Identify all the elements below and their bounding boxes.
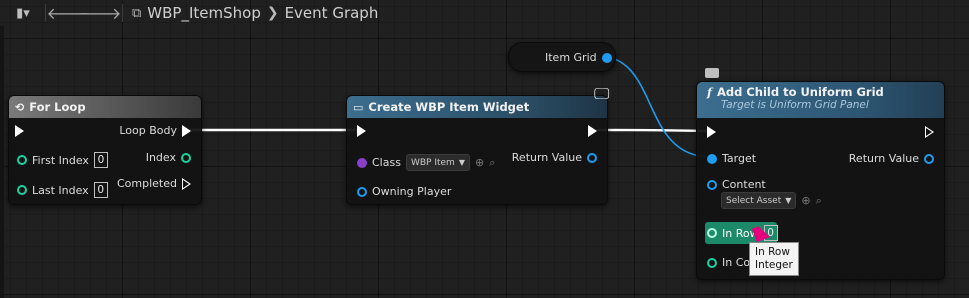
pin-tooltip: In Row Integer: [749, 242, 799, 276]
exec-input-pin[interactable]: [15, 125, 24, 137]
for-loop-node[interactable]: ⟲ For Loop Loop Body First Index 0 Index…: [8, 95, 202, 205]
return-value-row: Return Value: [849, 152, 934, 165]
toolbar-divider: [122, 4, 123, 22]
return-value-pin[interactable]: [924, 153, 934, 164]
chevron-right-icon: ❯: [266, 5, 279, 21]
exec-input-row: [15, 125, 24, 137]
node-subtitle: Target is Uniform Grid Panel: [721, 99, 869, 111]
back-button[interactable]: 🡐: [47, 2, 90, 24]
last-index-input[interactable]: 0: [93, 182, 108, 198]
last-index-row: Last Index 0: [17, 182, 108, 198]
macro-icon: ⟲: [15, 100, 25, 114]
loop-body-row: Loop Body: [119, 124, 191, 137]
return-value-pin[interactable]: [587, 152, 597, 163]
class-dropdown[interactable]: WBP Item ▼: [405, 154, 470, 171]
forward-button[interactable]: 🡒: [79, 2, 122, 24]
pin-label: Content: [722, 178, 766, 191]
chevron-down-icon: ▼: [785, 196, 792, 205]
pin-label: Return Value: [848, 152, 919, 165]
class-row: Class WBP Item ▼ ⊕ ⌕: [357, 154, 495, 171]
item-grid-pin[interactable]: [601, 52, 612, 63]
function-icon: f: [707, 85, 712, 99]
in-column-row: In Co: [707, 256, 750, 269]
pin-label: Completed: [117, 177, 177, 190]
bookmark-button[interactable]: ▮▾: [10, 2, 36, 24]
content-row: Content: [707, 178, 766, 191]
exec-input-pin[interactable]: [707, 126, 716, 138]
pin-label: Last Index: [32, 183, 89, 197]
exec-output-pin[interactable]: [588, 125, 597, 137]
content-value: Select Asset: [726, 195, 782, 206]
node-title: Add Child to Uniform Grid: [716, 85, 884, 99]
content-picker-row: Select Asset ▼ ⊕ ⌕: [721, 192, 822, 209]
pin-label: Target: [722, 152, 757, 165]
pin-label: Return Value: [511, 151, 582, 164]
breadcrumb-asset[interactable]: WBP_ItemShop: [147, 4, 261, 22]
content-pin[interactable]: [707, 179, 717, 190]
item-grid-variable-node[interactable]: Item Grid: [508, 42, 616, 72]
exec-output-pin[interactable]: [925, 126, 934, 138]
use-selected-icon[interactable]: ⊕: [801, 194, 810, 207]
last-index-pin[interactable]: [17, 185, 27, 195]
pin-label: In Co: [722, 256, 751, 269]
exec-output-row: [925, 126, 934, 138]
graph-icon: ⧉: [132, 5, 142, 21]
bookmark-icon: ▮▾: [16, 5, 30, 21]
item-grid-output-row: Item Grid: [545, 51, 612, 64]
exec-input-pin[interactable]: [357, 125, 366, 137]
panel-edge: [0, 26, 4, 298]
monitor-icon: 🖵: [594, 84, 610, 103]
add-child-header[interactable]: f Add Child to Uniform Grid Target is Un…: [697, 82, 944, 118]
class-pin[interactable]: [357, 157, 367, 168]
first-index-row: First Index 0: [17, 152, 108, 168]
in-row-pin[interactable]: [707, 228, 717, 238]
owning-player-row: Owning Player: [357, 185, 451, 198]
browse-icon[interactable]: ⌕: [816, 194, 822, 208]
pin-label: First Index: [32, 153, 89, 167]
tooltip-type: Integer: [755, 259, 793, 271]
pin-label: Owning Player: [372, 185, 452, 198]
completed-row: Completed: [117, 177, 191, 190]
tooltip-title: In Row: [755, 246, 790, 258]
pin-label: Loop Body: [119, 124, 177, 137]
node-title: For Loop: [29, 100, 86, 114]
comment-icon[interactable]: [705, 68, 719, 78]
graph-toolbar: ▮▾ 🡐 🡒 ⧉ WBP_ItemShop ❯ Event Graph: [0, 0, 969, 26]
pin-label: Class: [372, 156, 401, 169]
add-child-node[interactable]: f Add Child to Uniform Grid Target is Un…: [696, 81, 945, 280]
exec-output-row: [588, 125, 597, 137]
use-selected-icon[interactable]: ⊕: [475, 156, 484, 169]
index-row: Index: [146, 151, 191, 164]
create-widget-node[interactable]: ▭ Create WBP Item Widget Class WBP Item …: [346, 95, 608, 205]
pin-label: Index: [145, 151, 176, 164]
first-index-input[interactable]: 0: [93, 152, 108, 168]
target-row: Target: [707, 152, 756, 165]
in-column-pin[interactable]: [707, 257, 717, 268]
widget-icon: ▭: [353, 100, 364, 114]
breadcrumb-graph[interactable]: Event Graph: [285, 4, 379, 22]
content-asset-dropdown[interactable]: Select Asset ▼: [721, 192, 797, 209]
exec-input-row: [707, 126, 716, 138]
breadcrumb: ⧉ WBP_ItemShop ❯ Event Graph: [132, 4, 378, 22]
class-value: WBP Item: [410, 157, 455, 168]
owning-player-pin[interactable]: [357, 186, 367, 197]
loop-body-pin[interactable]: [182, 124, 191, 137]
node-title: Create WBP Item Widget: [368, 100, 530, 114]
return-value-row: Return Value: [512, 151, 597, 164]
chevron-down-icon: ▼: [458, 158, 465, 167]
forward-arrow-icon: 🡒: [78, 4, 122, 23]
completed-pin[interactable]: [182, 177, 191, 190]
target-pin[interactable]: [707, 153, 717, 164]
create-widget-header[interactable]: ▭ Create WBP Item Widget: [347, 96, 607, 118]
for-loop-header[interactable]: ⟲ For Loop: [9, 96, 201, 118]
first-index-pin[interactable]: [17, 155, 27, 165]
index-pin[interactable]: [181, 152, 191, 163]
variable-label: Item Grid: [545, 51, 597, 64]
browse-icon[interactable]: ⌕: [489, 156, 495, 170]
exec-input-row: [357, 125, 366, 137]
